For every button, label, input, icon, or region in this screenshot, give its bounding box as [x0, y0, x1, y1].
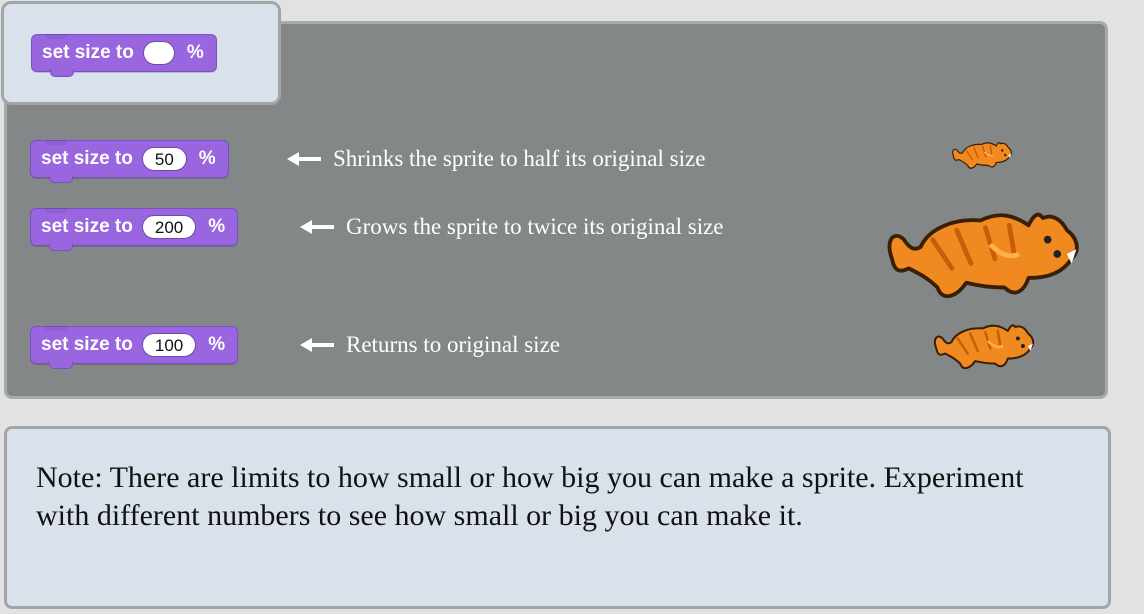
description-reset: Returns to original size [346, 332, 560, 357]
set-size-block-template[interactable]: set size to % [31, 34, 217, 77]
cat-sprite-icon [951, 141, 1013, 169]
set-size-block-200[interactable]: set size to 200 % [30, 208, 239, 251]
size-value-input[interactable]: 200 [141, 215, 197, 239]
block-label: set size to [41, 148, 133, 169]
note-text: Note: There are limits to how small or h… [36, 461, 1024, 532]
set-size-block-50[interactable]: set size to 50 % [30, 140, 229, 183]
block-unit: % [208, 334, 226, 355]
size-value-input[interactable]: 100 [141, 333, 197, 357]
left-arrow-icon [300, 220, 334, 234]
block-label: set size to [41, 216, 133, 237]
block-label: set size to [42, 42, 134, 63]
cat-sprite-icon [880, 204, 1086, 304]
set-size-block-100[interactable]: set size to 100 % [30, 326, 239, 369]
left-arrow-icon [287, 152, 321, 166]
cat-sprite-icon [933, 324, 1035, 370]
size-value-input[interactable] [142, 41, 175, 65]
description-shrink: Shrinks the sprite to half its original … [333, 146, 706, 171]
description-grow: Grows the sprite to twice its original s… [346, 214, 724, 239]
note-card: Note: There are limits to how small or h… [4, 426, 1111, 609]
block-unit: % [208, 216, 226, 237]
left-arrow-icon [300, 338, 334, 352]
block-label: set size to [41, 334, 133, 355]
block-unit: % [186, 42, 204, 63]
block-unit: % [198, 148, 216, 169]
header-card: set size to % [1, 1, 281, 105]
size-value-input[interactable]: 50 [141, 147, 187, 171]
